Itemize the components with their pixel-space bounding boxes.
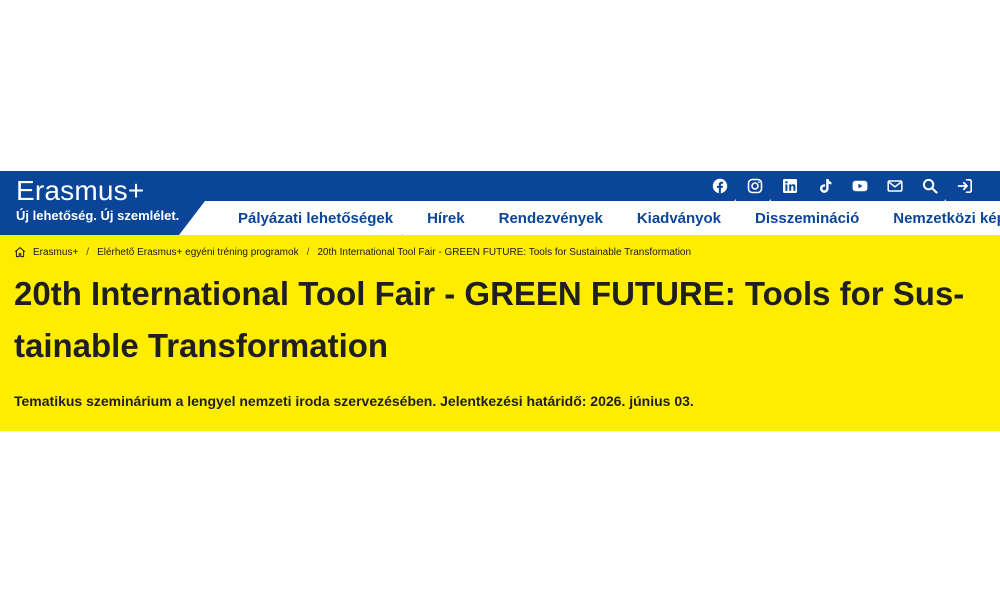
main-nav-list: Pályázati lehetőségek Hírek Rendezvények… (238, 201, 1000, 235)
page-title: 20th International Tool Fair - GREEN FUT… (14, 275, 965, 364)
nav-item-disszeminacio[interactable]: Disszemináció (755, 210, 859, 227)
brand-logo[interactable]: Erasmus+ Új lehetőség. Új szemlélet. (16, 176, 179, 224)
page-subtitle: Tematikus szeminárium a lengyel nemzeti … (14, 393, 694, 409)
breadcrumb-current: 20th International Tool Fair - GREEN FUT… (317, 246, 692, 258)
nav-item-rendezvenyek[interactable]: Rendezvények (499, 210, 603, 227)
tiktok-icon[interactable] (807, 174, 842, 198)
breadcrumb-link-erasmus[interactable]: Erasmus+ (33, 247, 78, 258)
breadcrumb-separator: / (86, 246, 90, 258)
nav-item-nemzetkozi-kepzesek[interactable]: Nemzetközi képzések (893, 210, 1000, 227)
youtube-icon[interactable] (842, 174, 877, 198)
mail-icon[interactable] (877, 174, 912, 198)
breadcrumb: Erasmus+ / Elérhető Erasmus+ egyéni trén… (14, 246, 691, 258)
nav-item-hirek[interactable]: Hírek (427, 210, 465, 227)
facebook-icon[interactable] (702, 174, 737, 204)
login-icon[interactable] (947, 174, 982, 198)
search-icon[interactable] (912, 174, 947, 204)
page-hero: Erasmus+ / Elérhető Erasmus+ egyéni trén… (0, 235, 1000, 431)
instagram-icon[interactable] (737, 174, 772, 204)
site-header: Erasmus+ Új lehetőség. Új szemlélet. Pál… (0, 171, 1000, 235)
utility-icon-bar (702, 171, 982, 204)
nav-item-kiadvanyok[interactable]: Kiadványok (637, 210, 721, 227)
home-icon[interactable] (14, 246, 26, 258)
breadcrumb-link-programs[interactable]: Elérhető Erasmus+ egyéni tréning program… (97, 247, 299, 258)
linkedin-icon[interactable] (772, 174, 807, 198)
breadcrumb-separator: / (306, 246, 310, 258)
nav-item-palyazati-lehetosegek[interactable]: Pályázati lehetőségek (238, 210, 404, 235)
brand-name: Erasmus+ (16, 175, 145, 206)
brand-tagline: Új lehetőség. Új szemlélet. (16, 208, 180, 223)
